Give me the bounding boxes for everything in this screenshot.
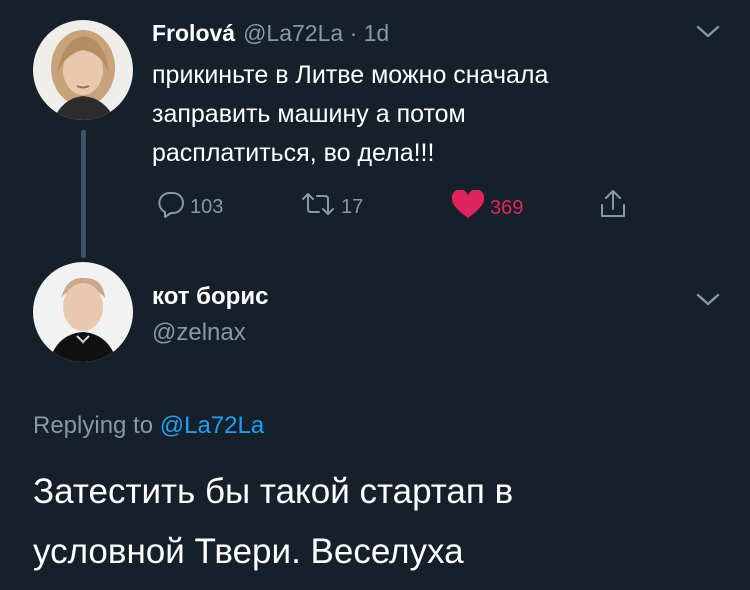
author-name[interactable]: Frolová	[152, 20, 235, 47]
thread-connector-line	[81, 130, 86, 258]
like-count: 369	[490, 196, 524, 219]
tweet-menu-chevron-icon[interactable]	[695, 24, 721, 45]
author-name[interactable]: кот борис	[152, 283, 268, 311]
reply-tweet-text: Затестить бы такой стартап в условной Тв…	[33, 462, 513, 582]
reply-button[interactable]: 103	[156, 190, 223, 224]
tweet-text-line: условной Твери. Веселуха	[33, 532, 464, 571]
tweet-text-line: заправить машину а потом	[152, 100, 466, 128]
avatar-kot-boris[interactable]	[33, 262, 133, 362]
author-handle[interactable]: @zelnax	[152, 319, 246, 347]
replying-to-prefix: Replying to	[33, 412, 154, 439]
avatar-frolova[interactable]	[33, 20, 133, 120]
reply-count: 103	[190, 195, 224, 218]
reply-bubble-icon	[156, 190, 186, 224]
retweet-icon	[299, 190, 337, 224]
tweet-menu-chevron-icon[interactable]	[695, 292, 721, 313]
replying-to: Replying to @La72La	[33, 412, 264, 440]
like-button[interactable]: 369	[450, 189, 524, 226]
share-icon	[598, 188, 628, 226]
tweet-text-line: расплатиться, во дела!!!	[152, 139, 435, 167]
tweet-text: прикиньте в Литве можно сначала заправит…	[152, 56, 548, 173]
replying-to-handle-link[interactable]: @La72La	[160, 412, 264, 439]
share-button[interactable]	[598, 188, 628, 226]
heart-filled-icon	[450, 189, 486, 226]
retweet-button[interactable]: 17	[299, 190, 363, 224]
retweet-count: 17	[341, 195, 364, 218]
tweet-text-line: прикиньте в Литве можно сначала	[152, 61, 549, 89]
tweet-text-line: Затестить бы такой стартап в	[33, 472, 514, 511]
author-handle-time[interactable]: @La72La · 1d	[243, 20, 389, 47]
